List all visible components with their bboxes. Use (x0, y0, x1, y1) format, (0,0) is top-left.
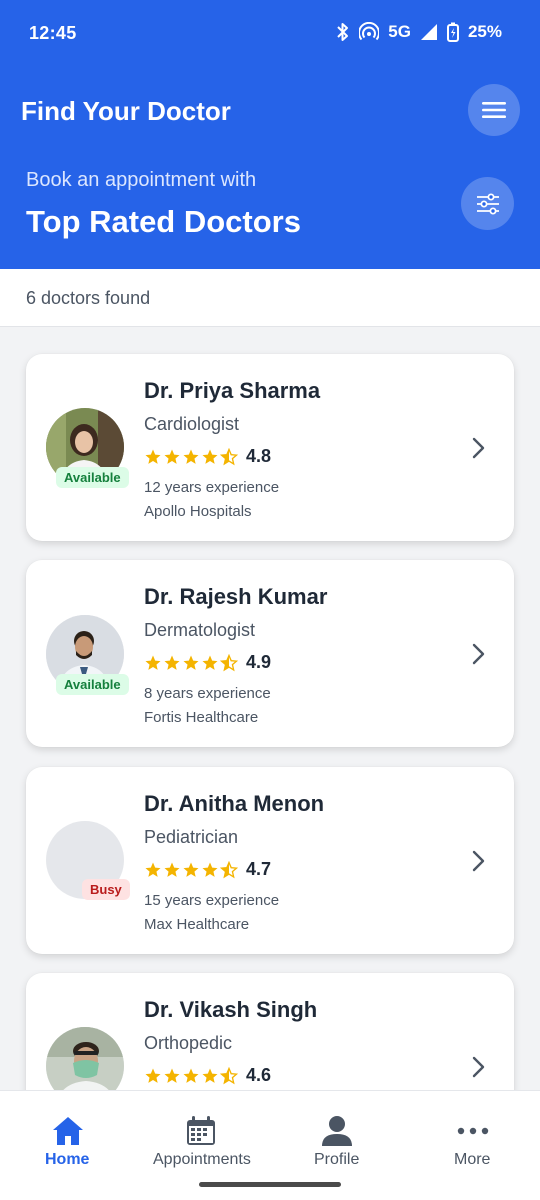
doctor-specialty: Cardiologist (144, 414, 240, 434)
doctor-name: Dr. Anitha Menon (144, 791, 325, 816)
signal-icon (420, 24, 437, 40)
person-icon (322, 1116, 352, 1146)
avatar (46, 1027, 124, 1090)
rating-value: 4.8 (246, 446, 272, 466)
doctor-card[interactable]: Dr. Vikash Singh Orthopedic 4.6 (26, 973, 514, 1090)
availability-badge: Available (56, 674, 129, 695)
rating-row: 4.8 (144, 446, 271, 467)
doctor-card[interactable]: Available Dr. Rajesh Kumar Dermatologist… (26, 560, 514, 747)
nav-label-more: More (454, 1151, 491, 1168)
header-subtitle: Book an appointment with (26, 169, 257, 191)
chevron-right-icon[interactable] (466, 642, 490, 666)
rating-row: 4.9 (144, 652, 271, 673)
doctor-photo-icon (46, 1027, 124, 1090)
doctor-hospital: Fortis Healthcare (144, 709, 259, 726)
doctor-specialty: Dermatologist (144, 620, 256, 640)
results-bar: 6 doctors found (0, 269, 540, 327)
doctor-name: Dr. Vikash Singh (144, 997, 318, 1022)
menu-button[interactable] (468, 84, 520, 136)
doctor-list[interactable]: Available Dr. Priya Sharma Cardiologist … (0, 328, 540, 1090)
chevron-right-icon[interactable] (466, 1055, 490, 1079)
header-hero-title: Top Rated Doctors (26, 204, 301, 239)
chevron-right-icon[interactable] (466, 849, 490, 873)
rating-value: 4.9 (246, 652, 272, 672)
nav-label-profile: Profile (314, 1151, 360, 1168)
hamburger-menu-icon (482, 102, 506, 118)
rating-value: 4.7 (246, 859, 272, 879)
rating-row: 4.7 (144, 859, 271, 880)
doctor-avatar-wrap: Busy (46, 821, 130, 900)
star-rating-icon (144, 447, 238, 466)
rating-row: 4.6 (144, 1065, 271, 1086)
doctor-avatar-wrap (46, 1027, 124, 1090)
nav-label-home: Home (45, 1151, 90, 1168)
doctor-experience: 8 years experience (144, 685, 271, 702)
filter-button[interactable] (461, 177, 514, 230)
doctor-experience: 12 years experience (144, 479, 280, 496)
bluetooth-icon (337, 23, 349, 41)
star-rating-icon (144, 653, 238, 672)
rating-value: 4.6 (246, 1065, 272, 1085)
doctor-card[interactable]: Available Dr. Priya Sharma Cardiologist … (26, 354, 514, 541)
doctor-name: Dr. Priya Sharma (144, 378, 321, 403)
doctor-specialty: Orthopedic (144, 1033, 233, 1053)
status-icons: 5G 25% (336, 22, 502, 42)
doctor-name: Dr. Rajesh Kumar (144, 584, 328, 609)
doctor-card[interactable]: Busy Dr. Anitha Menon Pediatrician 4.7 1… (26, 767, 514, 954)
battery-icon (446, 22, 459, 42)
calendar-icon (187, 1116, 215, 1145)
results-count: 6 doctors found (26, 288, 151, 308)
doctor-hospital: Apollo Hospitals (144, 503, 252, 520)
star-rating-icon (144, 1066, 238, 1085)
availability-badge: Busy (82, 879, 130, 900)
nav-home[interactable]: Home (28, 1091, 108, 1181)
more-dots-icon (457, 1127, 489, 1135)
doctor-specialty: Pediatrician (144, 827, 239, 847)
chevron-right-icon[interactable] (466, 436, 490, 460)
status-time: 12:45 (29, 23, 77, 43)
star-rating-icon (144, 860, 238, 879)
app-title: Find Your Doctor (21, 96, 231, 126)
filter-sliders-icon (476, 193, 499, 214)
doctor-hospital: Max Healthcare (144, 916, 250, 933)
nav-profile[interactable]: Profile (300, 1091, 374, 1181)
nav-label-appointments: Appointments (153, 1151, 251, 1168)
nav-more[interactable]: More (440, 1091, 506, 1181)
battery-level: 25% (467, 22, 502, 41)
availability-badge: Available (56, 467, 129, 488)
status-bar: 12:45 5G 25% (0, 0, 540, 66)
doctor-avatar-wrap: Available (46, 408, 129, 488)
hotspot-icon (359, 22, 380, 41)
doctor-experience: 15 years experience (144, 892, 280, 909)
nav-appointments[interactable]: Appointments (148, 1091, 260, 1181)
app-header: 12:45 5G 25% Find Your Doctor Book an ap… (0, 0, 540, 269)
gesture-home-indicator[interactable] (199, 1182, 341, 1187)
home-icon (53, 1117, 83, 1145)
doctor-avatar-wrap: Available (46, 615, 129, 695)
network-type: 5G (388, 22, 411, 41)
